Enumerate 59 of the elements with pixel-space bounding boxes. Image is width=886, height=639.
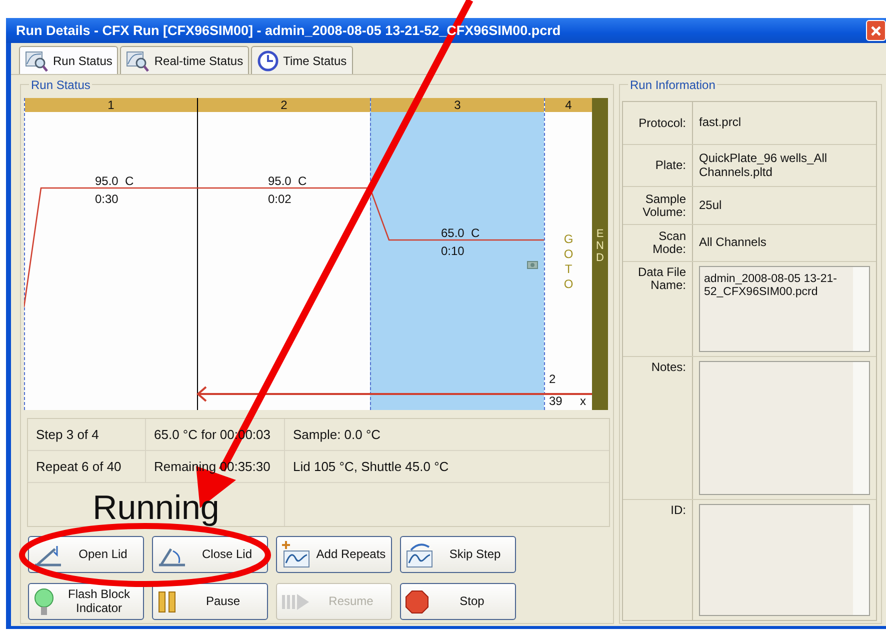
step-temperature: 95.0 C xyxy=(95,174,134,188)
step-time: 0:02 xyxy=(268,192,292,206)
light-bulb-icon xyxy=(33,586,55,616)
field-value: QuickPlate_96 wells_All Channels.pltd xyxy=(699,152,828,179)
status-cell: Step 3 of 4 xyxy=(28,419,146,450)
skip-step-icon xyxy=(405,540,435,568)
close-icon xyxy=(870,24,882,36)
goto-label: GOTO xyxy=(562,232,574,292)
field-label: Scan Mode: xyxy=(623,225,693,261)
field-value: All Channels xyxy=(699,236,766,250)
status-cell-text: Sample: 0.0 °C xyxy=(292,426,382,444)
tab[interactable]: Run Status xyxy=(19,46,118,74)
play-icon xyxy=(281,592,311,612)
field-label: Sample Volume: xyxy=(623,187,693,224)
group-title: Run Information xyxy=(628,78,718,92)
text-area[interactable] xyxy=(699,504,870,616)
action-button[interactable]: Pause xyxy=(152,583,268,620)
step-time: 0:10 xyxy=(441,244,466,258)
step-number: 1 xyxy=(25,98,197,112)
field-label: Plate: xyxy=(623,145,693,186)
tab[interactable]: Real-time Status xyxy=(120,46,250,74)
scrollbar[interactable] xyxy=(853,267,869,351)
scrollbar[interactable] xyxy=(853,505,869,615)
repeat-count: 39 xyxy=(549,394,562,408)
step-number: 2 xyxy=(198,98,370,112)
group-title: Run Status xyxy=(29,78,92,92)
action-button[interactable]: Skip Step xyxy=(400,536,516,573)
end-label: END xyxy=(595,228,605,266)
chart-magnifier-icon xyxy=(126,50,150,72)
step-number: 3 xyxy=(371,98,544,112)
field-label: Notes: xyxy=(623,357,693,499)
camera-icon xyxy=(527,260,538,269)
status-cell: Repeat 6 of 40 xyxy=(28,451,146,482)
stop-icon xyxy=(405,590,429,614)
field-label: Protocol: xyxy=(623,102,693,144)
field-value: fast.prcl xyxy=(699,116,742,130)
action-button[interactable]: Open Lid xyxy=(28,536,144,573)
step-temperature: 65.0 C xyxy=(441,226,480,240)
step-time: 0:30 xyxy=(95,192,120,206)
text-area[interactable] xyxy=(699,361,870,495)
times-mark: x xyxy=(580,394,586,408)
action-button[interactable]: Stop xyxy=(400,583,516,620)
add-repeats-icon xyxy=(281,540,311,568)
action-button[interactable]: Close Lid xyxy=(152,536,268,573)
action-button[interactable]: Flash Block Indicator xyxy=(28,583,144,620)
field-value: 25ul xyxy=(699,198,722,212)
step-temperature: 95.0 C xyxy=(268,174,307,188)
clock-icon xyxy=(257,50,280,72)
chart-magnifier-icon xyxy=(25,50,49,72)
field-label: Data File Name: xyxy=(623,262,693,356)
action-button[interactable]: Add Repeats xyxy=(276,536,392,573)
step-number: 4 xyxy=(545,98,592,112)
tab[interactable]: Time Status xyxy=(251,46,353,74)
text-area[interactable]: admin_2008-08-05 13-21-52_CFX96SIM00.pcrd xyxy=(699,266,870,352)
status-cell-text: Lid 105 °C, Shuttle 45.0 °C xyxy=(292,458,450,476)
scrollbar[interactable] xyxy=(853,362,869,494)
field-label: ID: xyxy=(623,500,693,620)
goto-target: 2 xyxy=(549,372,556,386)
close-button[interactable] xyxy=(866,20,886,41)
